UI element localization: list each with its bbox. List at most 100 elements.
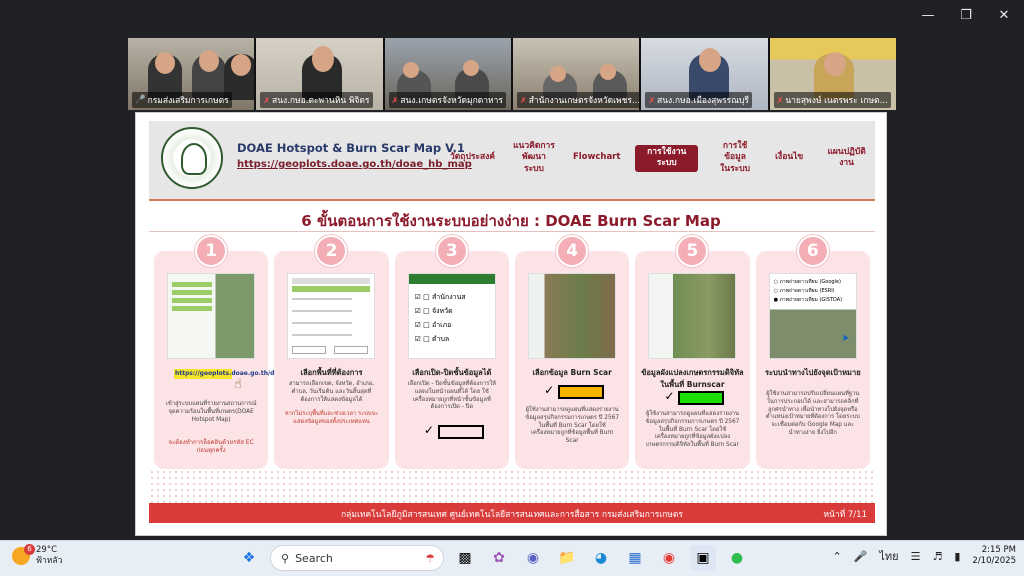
participant-tile[interactable]: ✗ สนง.เกษตรจังหวัดมุกดาหาร [384,38,511,110]
search-box[interactable]: ⚲ Search ☂ [270,545,444,571]
layer-label: อำเภอ [432,321,452,329]
page-number: หน้าที่ 7/11 [823,510,867,520]
layer-item: ☑ □ สำนักงานส [414,293,466,301]
clock-time: 2:15 PM [981,545,1016,555]
participant-name: ✗ สำนักงานเกษตรจังหวัดเพชร... [516,92,640,108]
system-tray: ⌃ 🎤 ไทย ☰ ♬ ▮ 2:15 PM 2/10/2025 [832,545,1016,568]
step-title: เลือกข้อมูล Burn Scar [532,368,612,377]
step-title: เลือกพื้นที่ที่ต้องการ [300,368,363,377]
start-button[interactable]: ❖ [236,545,262,571]
weather-icon: 6 [12,544,35,566]
volume-icon[interactable]: ♬ [932,550,942,563]
weather-widget[interactable]: 6 29°C ฟ้าหลัว [12,544,62,567]
step-screenshot [287,273,376,359]
basemap-label: ภาพถ่ายดาวเทียม (ESRI) [779,288,835,294]
app-url: https://geoplots.doae.go.th/doae_hb_map [237,159,472,170]
layer-item: ☑ □ ตำบล [414,335,450,343]
navigation-arrow-icon: ➤ [841,333,850,344]
divider [149,231,875,232]
weather-desc: ฟ้าหลัว [36,556,63,567]
taskbar: 6 29°C ฟ้าหลัว ❖ ⚲ Search ☂ ▩ ✿ ◉ 📁 ◕ ▦ … [0,540,1024,576]
nav-objective: วัตถุประสงค์ [450,152,495,163]
slide-header: DOAE Hotspot & Burn Scar Map V.1 https:/… [149,121,875,199]
participant-name: ✗ สนง.เกษตรจังหวัดมุกดาหาร [388,92,506,108]
nav-flowchart: Flowchart [572,152,621,163]
mic-muted-icon: ✗ [776,95,784,105]
step-description: ผู้ใช้งานสามารถดูแผนที่แสดงรายงานข้อมูลส… [525,407,620,445]
participant-tile[interactable]: 🎤 กรมส่งเสริมการเกษตร [128,38,255,110]
pointer-hand-icon: ☝ [234,377,242,392]
language-indicator[interactable]: ไทย [879,547,898,565]
step-title: เลือกเปิด-ปิดชั้นข้อมูลได้ [412,368,492,377]
step-note: จะต้องทำการล็อคอินด้วยรหัส EC ก่อนทุกครั… [168,439,254,455]
copilot-icon[interactable]: ✿ [486,545,512,571]
step-body: ข้อมูลผังแปลงเกษตรกรรมดิจิทัลในพื้นที่ B… [635,251,750,469]
search-icon: ⚲ [281,551,290,565]
minimize-icon[interactable]: — [918,6,938,26]
participant-tile[interactable]: ✗ สำนักงานเกษตรจังหวัดเพชร... [512,38,640,110]
restore-icon[interactable]: ❐ [956,6,976,26]
mic-icon: 🎤 [135,95,146,105]
step-number: 1 [195,235,228,267]
nav-conditions: เงื่อนไข [775,152,804,163]
step-number: 6 [796,235,829,267]
participant-tile[interactable]: ✗ สนง.กษอ.เมืองสุพรรณบุรี [641,38,768,110]
step-title: ข้อมูลผังแปลงเกษตรกรรมดิจิทัลในพื้นที่ B… [641,368,744,389]
mic-muted-icon: ✗ [391,95,399,105]
task-view-icon[interactable]: ▩ [452,545,478,571]
chrome-icon[interactable]: ◉ [656,545,682,571]
step-card: 5 ข้อมูลผังแปลงเกษตรกรรมดิจิทัลในพื้นที่… [635,235,750,469]
step-screenshot [527,273,616,359]
step-number: 3 [435,235,468,267]
app-title: DOAE Hotspot & Burn Scar Map V.1 [237,141,465,155]
wifi-icon[interactable]: ☰ [911,550,921,563]
close-icon[interactable]: ✕ [994,6,1014,26]
layer-list: ☑ □ สำนักงานส ☑ □ จังหวัด ☑ □ อำเภอ ☑ □ … [415,290,466,346]
basemap-panel: ○ ภาพถ่ายดาวเทียม (Google) ○ ภาพถ่ายดาวเ… [768,273,857,359]
mic-muted-icon: ✗ [519,95,527,105]
steps-row: 1 https://geoplots.doae.go.th/doae_hb_ma… [154,235,870,469]
step-body: เลือกข้อมูล Burn Scar ✓ ผู้ใช้งานสามารถด… [514,251,630,469]
participant-tile[interactable]: ✗ สนง.กษอ.ตะพานหิน พิจิตร [256,38,383,110]
window-controls: — ❐ ✕ [918,6,1014,26]
nav-concept-label: แนวคิดการ พัฒนาระบบ [513,141,555,174]
divider [149,199,875,201]
participant-name: ✗ สนง.กษอ.เมืองสุพรรณบุรี [645,92,752,108]
basemap-option: ● ภาพถ่ายดาวเทียม (GISTDA) [773,297,843,303]
participant-tile[interactable]: ✗ นายสุพงษ์ เนตรพระ เกษต... [769,38,896,110]
taskbar-apps: ❖ ⚲ Search ☂ ▩ ✿ ◉ 📁 ◕ ▦ ◉ ▣ ● [236,545,750,571]
battery-icon[interactable]: ▮ [954,550,960,563]
store-icon[interactable]: ▦ [622,545,648,571]
step-title: ระบบนำทางไปยังจุดเป้าหมาย [764,368,861,377]
nav-data-usage: การใช้ข้อมูล ในระบบ [710,139,760,177]
teams-icon[interactable]: ◉ [520,545,546,571]
layer-label: สำนักงานส [432,293,466,301]
layer-toggle-panel: ☑ □ สำนักงานส ☑ □ จังหวัด ☑ □ อำเภอ ☑ □ … [407,273,496,359]
basemap-options: ○ ภาพถ่ายดาวเทียม (Google) ○ ภาพถ่ายดาวเ… [774,278,842,305]
line-icon[interactable]: ● [724,545,750,571]
doae-logo [161,127,223,189]
participant-strip: 🎤 กรมส่งเสริมการเกษตร ✗ สนง.กษอ.ตะพานหิน พ… [128,38,896,110]
nav-plan: แผนปฏิบัติงาน [827,146,866,169]
legend-swatch-parcels [678,391,725,405]
step-body: ○ ภาพถ่ายดาวเทียม (Google) ○ ภาพถ่ายดาวเ… [755,251,870,469]
slide-heading: 6 ขั้นตอนการใช้งานระบบอย่างง่าย : DOAE B… [301,212,721,230]
search-highlight-icon: ☂ [425,551,435,565]
layer-item: ☑ □ จังหวัด [414,307,453,315]
chevron-up-icon[interactable]: ⌃ [832,550,841,563]
step-description: ผู้ใช้งานสามารถปรับเปลี่ยนแผนที่ฐานในการ… [765,391,860,437]
basemap-label: ภาพถ่ายดาวเทียม (GISTDA) [779,297,843,303]
dot-pattern [149,469,875,503]
clock[interactable]: 2:15 PM 2/10/2025 [972,545,1016,568]
edge-icon[interactable]: ◕ [588,545,614,571]
weather-text: 29°C ฟ้าหลัว [36,545,62,567]
notification-badge: 6 [24,544,35,556]
mic-muted-icon: ✗ [263,95,271,105]
document-icon[interactable]: ▣ [690,545,716,571]
nav-concept: แนวคิดการ พัฒนาระบบ [510,139,558,177]
meeting-window: — ❐ ✕ 🎤 กรมส่งเสริมการเกษตร ✗ สนง.กษอ.ตะพา… [0,0,1024,540]
file-explorer-icon[interactable]: 📁 [554,545,580,571]
nav-data-usage-label: การใช้ข้อมูล ในระบบ [720,141,751,174]
shared-slide: DOAE Hotspot & Burn Scar Map V.1 https:/… [135,112,887,536]
microphone-icon[interactable]: 🎤 [854,550,868,563]
